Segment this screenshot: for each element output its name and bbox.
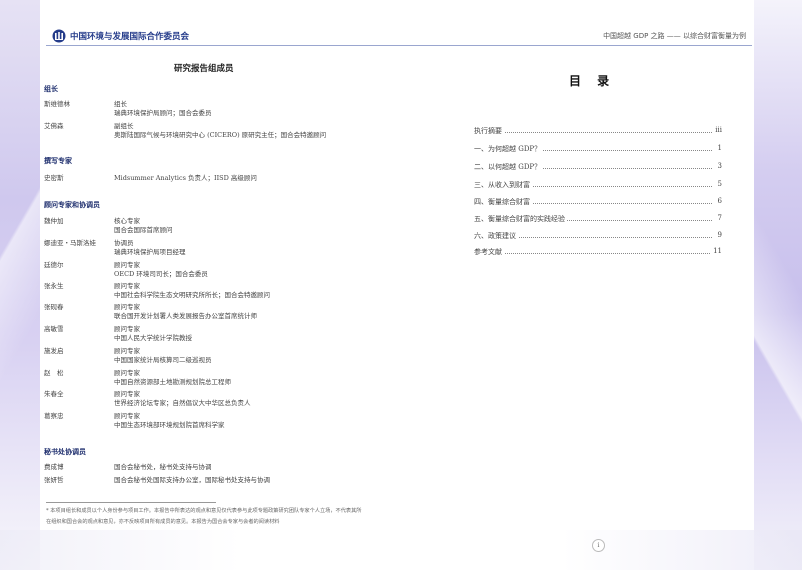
member-name: 高敏雪 bbox=[44, 325, 64, 333]
member-role: Midsummer Analytics 负责人；IISD 高级顾问 bbox=[114, 174, 257, 182]
toc-item[interactable]: 参考文献 11 bbox=[474, 247, 722, 257]
member-name: 朱春全 bbox=[44, 390, 64, 398]
toc-item-label: 参考文献 bbox=[474, 247, 504, 257]
member-name: 施发启 bbox=[44, 347, 64, 355]
member-desc: 奥斯陆国际气候与环境研究中心 (CICERO) 原研究主任；国合会特邀顾问 bbox=[114, 131, 327, 139]
toc-item-label: 一、为何超越 GDP？ bbox=[474, 144, 544, 154]
org-name: 中国环境与发展国际合作委员会 bbox=[70, 32, 190, 42]
toc-item-page: 1 bbox=[715, 144, 722, 152]
member-name: 斯维德林 bbox=[44, 100, 70, 108]
report-running-title: 中国超越 GDP 之路 —— 以综合财富衡量为例 bbox=[603, 32, 746, 40]
toc-item[interactable]: 一、为何超越 GDP？ 1 bbox=[474, 144, 722, 154]
member-desc: 中国国家统计局核算司二级巡视员 bbox=[114, 356, 212, 364]
section-heading: 顾问专家和协调员 bbox=[44, 201, 100, 209]
footnote-divider bbox=[46, 502, 216, 503]
toc-item-page: iii bbox=[713, 126, 722, 134]
toc-item-label: 六、政策建议 bbox=[474, 231, 518, 241]
member-role: 顾问专家 bbox=[114, 325, 140, 333]
member-desc: 世界经济论坛专家；自然倡议大中华区总负责人 bbox=[114, 399, 251, 407]
team-title: 研究报告组成员 bbox=[174, 64, 234, 74]
toc-item[interactable]: 三、从收入到财富 5 bbox=[474, 180, 722, 190]
cciced-logo-icon bbox=[52, 29, 66, 43]
member-role: 顾问专家 bbox=[114, 303, 140, 311]
member-name: 费成博 bbox=[44, 463, 64, 471]
member-role: 顾问专家 bbox=[114, 369, 140, 377]
toc-item[interactable]: 四、衡量综合财富 6 bbox=[474, 197, 722, 207]
document-page: 中国环境与发展国际合作委员会 中国超越 GDP 之路 —— 以综合财富衡量为例 … bbox=[0, 0, 802, 570]
member-name: 史密斯 bbox=[44, 174, 64, 182]
header-logo-block: 中国环境与发展国际合作委员会 bbox=[52, 29, 189, 43]
toc-item-label: 二、以何超越 GDP？ bbox=[474, 162, 544, 172]
toc-item-page: 7 bbox=[715, 214, 722, 222]
section-heading: 组长 bbox=[44, 85, 58, 93]
member-role: 顾问专家 bbox=[114, 282, 140, 290]
member-role: 顾问专家 bbox=[114, 390, 140, 398]
member-name: 廷德尔 bbox=[44, 261, 64, 269]
toc-item-label: 四、衡量综合财富 bbox=[474, 197, 532, 207]
member-name: 艾佛森 bbox=[44, 122, 64, 130]
toc-item[interactable]: 六、政策建议 9 bbox=[474, 231, 722, 241]
toc-item-page: 6 bbox=[715, 197, 722, 205]
member-role: 顾问专家 bbox=[114, 261, 140, 269]
toc-item-label: 五、衡量综合财富的实践经验 bbox=[474, 214, 567, 224]
member-role: 协调员 bbox=[114, 239, 134, 247]
member-name: 魏仲加 bbox=[44, 217, 64, 225]
toc-leader-dots bbox=[474, 253, 712, 254]
member-name: 赵 松 bbox=[44, 369, 64, 377]
member-desc: 联合国开发计划署人类发展报告办公室首席统计师 bbox=[114, 312, 257, 320]
member-role: 国合会秘书处，秘书处支持与协调 bbox=[114, 463, 212, 471]
footnote: * 本项目组长和成员以个人身份参与项目工作。本报告中所表达的观点和意见仅代表参与… bbox=[46, 508, 362, 525]
member-desc: 瑞典环境保护局顾问；国合会委员 bbox=[114, 109, 212, 117]
member-desc: 国合会国际首席顾问 bbox=[114, 226, 173, 234]
page-number: i bbox=[592, 539, 605, 552]
toc-title: 目 录 bbox=[569, 74, 616, 88]
member-desc: 中国社会科学院生态文明研究所所长；国合会特邀顾问 bbox=[114, 291, 270, 299]
toc-item-page: 5 bbox=[715, 180, 722, 188]
member-desc: 中国自然资源部土地勘测规划院总工程师 bbox=[114, 378, 231, 386]
member-desc: 中国人民大学统计学院教授 bbox=[114, 334, 192, 342]
member-name: 娜迪亚・马斯洛娃 bbox=[44, 239, 96, 247]
member-desc: 中国生态环境部环境规划院首席科学家 bbox=[114, 421, 225, 429]
toc-item-page: 9 bbox=[715, 231, 722, 239]
member-name: 张永生 bbox=[44, 282, 64, 290]
toc-leader-dots bbox=[474, 132, 712, 133]
toc-item-page: 11 bbox=[711, 247, 722, 255]
header-divider bbox=[46, 45, 752, 46]
member-role: 国合会秘书处国际支持办公室，国际秘书处支持与协调 bbox=[114, 476, 270, 484]
member-name: 张妍哲 bbox=[44, 476, 64, 484]
member-desc: 瑞典环境保护局项目经理 bbox=[114, 248, 186, 256]
toc-item-label: 执行摘要 bbox=[474, 126, 504, 136]
member-role: 副组长 bbox=[114, 122, 134, 130]
section-heading: 秘书处协调员 bbox=[44, 448, 86, 456]
member-role: 顾问专家 bbox=[114, 347, 140, 355]
toc-item-label: 三、从收入到财富 bbox=[474, 180, 532, 190]
member-role: 顾问专家 bbox=[114, 412, 140, 420]
section-heading: 撰写专家 bbox=[44, 157, 72, 165]
member-name: 葛察忠 bbox=[44, 412, 64, 420]
member-name: 张砚春 bbox=[44, 303, 64, 311]
member-role: 核心专家 bbox=[114, 217, 140, 225]
toc-item[interactable]: 二、以何超越 GDP？ 3 bbox=[474, 162, 722, 172]
member-desc: OECD 环境司司长；国合会委员 bbox=[114, 270, 208, 278]
toc-item[interactable]: 执行摘要 iii bbox=[474, 126, 722, 136]
member-role: 组长 bbox=[114, 100, 127, 108]
toc-item-page: 3 bbox=[715, 162, 722, 170]
toc-item[interactable]: 五、衡量综合财富的实践经验 7 bbox=[474, 214, 722, 224]
